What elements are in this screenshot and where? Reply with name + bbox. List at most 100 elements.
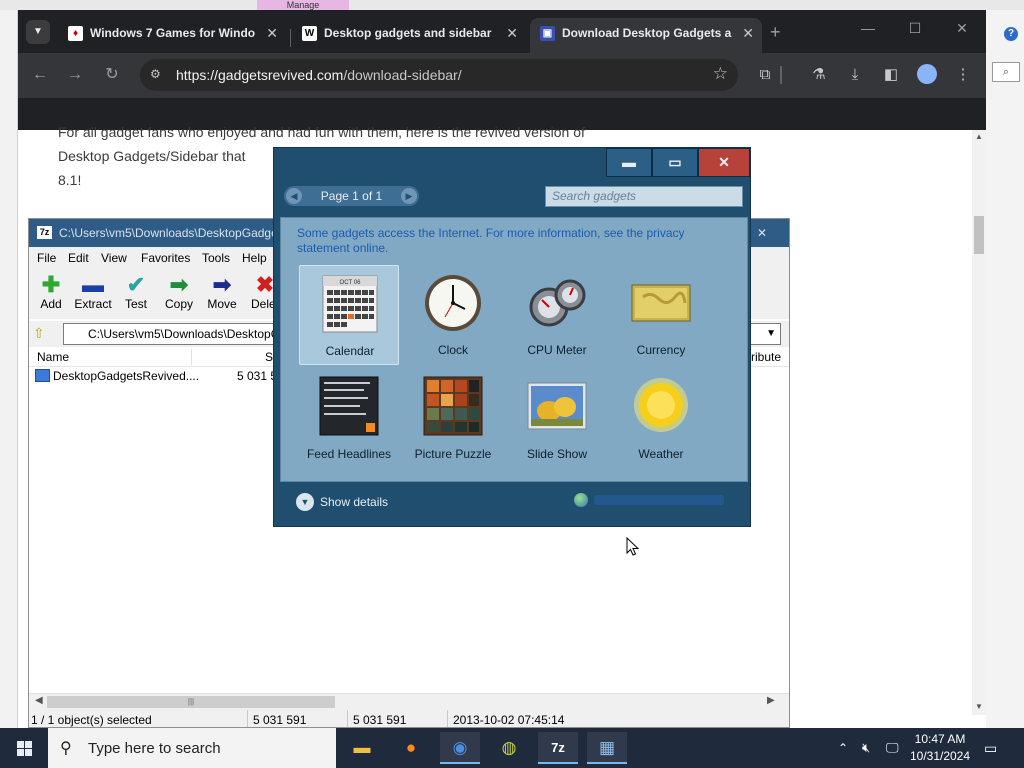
tab-windows7-games[interactable]: ♦ Windows 7 Games for Windo ✕ [58,18,286,53]
menu-view[interactable]: View [101,251,127,265]
privacy-notice-link[interactable]: Some gadgets access the Internet. For mo… [297,226,717,256]
chrome-icon[interactable]: ◉ [440,732,480,764]
close-tab-icon[interactable]: ✕ [742,18,754,48]
7zip-statusbar: 1 / 1 object(s) selected 5 031 591 5 031… [29,710,789,727]
volume-muted-icon[interactable]: 🔇︎ [862,728,882,768]
forward-icon[interactable]: → [64,64,86,86]
gadget-label: Currency [636,343,686,357]
taskbar-search-box[interactable]: ⚲ Type here to search [48,728,336,768]
column-name[interactable]: Name [37,350,69,364]
system-clock[interactable]: 10:47 AM 10/31/2024 [900,731,980,765]
chevron-down-icon[interactable]: ▼ [296,493,314,511]
download-icon[interactable]: ⤓ [844,64,866,86]
tab-separator [290,29,291,47]
show-details-button[interactable]: Show details [320,495,388,509]
7zip-hscrollbar[interactable]: ◀ ||| ▶ [29,693,789,710]
hscroll-thumb[interactable]: ||| [47,696,335,708]
tab-search-button[interactable]: ▼ [26,20,50,44]
window-close-icon[interactable]: ✕ [947,20,977,37]
notification-icon[interactable]: ▭ [984,728,1004,768]
gadget-weather[interactable]: Weather [611,369,711,469]
maximize-icon[interactable]: ☐ [900,20,930,37]
gadget-gallery-taskbar-icon[interactable]: ▦ [587,732,627,764]
profile-avatar[interactable] [917,64,937,84]
scroll-thumb[interactable] [974,216,984,254]
minimize-icon[interactable]: ▬ [606,148,652,177]
gadget-slide-show[interactable]: Slide Show [507,369,607,469]
close-tab-icon[interactable]: ✕ [506,18,518,48]
tab-strip: ▼ ♦ Windows 7 Games for Windo ✕ W Deskto… [18,10,986,53]
status-date: 2013-10-02 07:45:14 [453,713,565,727]
close-icon[interactable]: ✕ [757,219,767,247]
show-hidden-icons-chevron-icon[interactable]: ⌃ [838,728,856,768]
get-more-gadgets-link[interactable] [594,495,724,505]
address-bar[interactable]: ⚙ https://gadgetsrevived.com/download-si… [140,59,738,91]
new-tab-icon[interactable]: + [770,22,781,43]
slideshow-icon [527,382,587,430]
tab-desktop-gadgets-wiki[interactable]: W Desktop gadgets and sidebar ✕ [292,18,526,53]
gadget-picture-puzzle[interactable]: Picture Puzzle [403,369,503,469]
column-separator[interactable] [191,349,192,365]
page-scrollbar[interactable]: ▲ ▼ [972,130,986,715]
scroll-right-icon[interactable]: ▶ [767,695,775,706]
add-button[interactable]: ✚ Add [29,272,73,312]
gadget-label: Feed Headlines [306,447,392,461]
close-icon[interactable]: ✕ [698,148,750,177]
close-tab-icon[interactable]: ✕ [266,18,278,48]
maximize-icon[interactable]: ▭ [652,148,698,177]
windows-logo-icon [17,749,24,756]
menu-edit[interactable]: Edit [68,251,89,265]
menu-icon[interactable]: ⋮ [952,64,974,86]
bookmark-star-icon[interactable]: ☆ [713,64,728,84]
url-path: /download-sidebar/ [343,67,462,83]
start-button[interactable] [0,728,48,768]
gadget-feed-headlines[interactable]: Feed Headlines [299,369,399,469]
extract-button[interactable]: ▬ Extract [71,273,115,312]
back-icon[interactable]: ← [29,64,51,86]
column-attributes[interactable]: ribute [751,350,781,364]
test-button[interactable]: ✔ Test [114,273,158,312]
reload-icon[interactable]: ↻ [101,64,123,86]
extensions-icon[interactable]: ⧉ [754,64,776,86]
menu-tools[interactable]: Tools [202,251,230,265]
labs-icon[interactable]: ⚗ [808,64,830,86]
gadget-search-input[interactable]: Search gadgets [545,186,743,207]
site-info-icon[interactable]: ⚙ [150,67,161,81]
add-icon: ✚ [41,272,61,297]
feed-icon [319,376,379,436]
scroll-up-icon[interactable]: ▲ [975,132,983,141]
calendar-month-label: OCT 06 [340,280,362,286]
mouse-cursor-icon [626,537,640,556]
status-separator [447,710,448,727]
desktop-top-strip [0,0,1024,10]
gadget-clock[interactable]: Clock [403,265,503,365]
gadget-currency[interactable]: Currency [611,265,711,365]
gadgets-app-icon[interactable]: ◍ [489,732,529,764]
background-search-icon[interactable]: ⌕ [992,62,1020,82]
url-text: https://gadgetsrevived.com/download-side… [176,67,462,83]
previous-page-icon[interactable]: ◀ [286,188,302,204]
menu-help[interactable]: Help [242,251,267,265]
gadget-gallery-window: ▬ ▭ ✕ ◀ Page 1 of 1 ▶ Search gadgets Som… [273,147,751,527]
next-page-icon[interactable]: ▶ [401,188,417,204]
7zip-taskbar-icon[interactable]: 7z [538,732,578,764]
copy-button[interactable]: ➡ Copy [157,273,201,312]
tab-download-gadgets[interactable]: ▣ Download Desktop Gadgets a ✕ [530,18,762,53]
menu-file[interactable]: File [37,251,56,265]
minimize-icon[interactable]: — [853,20,883,36]
file-explorer-icon[interactable]: ▬ [342,732,382,764]
help-icon[interactable]: ? [1004,27,1018,41]
gadget-cpu-meter[interactable]: CPU Meter [507,265,607,365]
gadget-calendar[interactable]: OCT 06 Calendar [299,265,399,365]
cpu-meter-icon [529,279,586,327]
scroll-down-icon[interactable]: ▼ [975,702,983,711]
move-button[interactable]: ➡ Move [200,273,244,312]
menu-favorites[interactable]: Favorites [141,251,190,265]
background-window-tab: Manage [257,0,349,10]
folder-up-icon[interactable]: ⇧ [33,325,51,343]
gadget-label: Clock [437,343,468,357]
scroll-left-icon[interactable]: ◀ [35,695,43,706]
chevron-down-icon[interactable]: ▼ [766,324,776,344]
firefox-icon[interactable]: ● [391,732,431,764]
side-panel-icon[interactable]: ◧ [880,64,902,86]
